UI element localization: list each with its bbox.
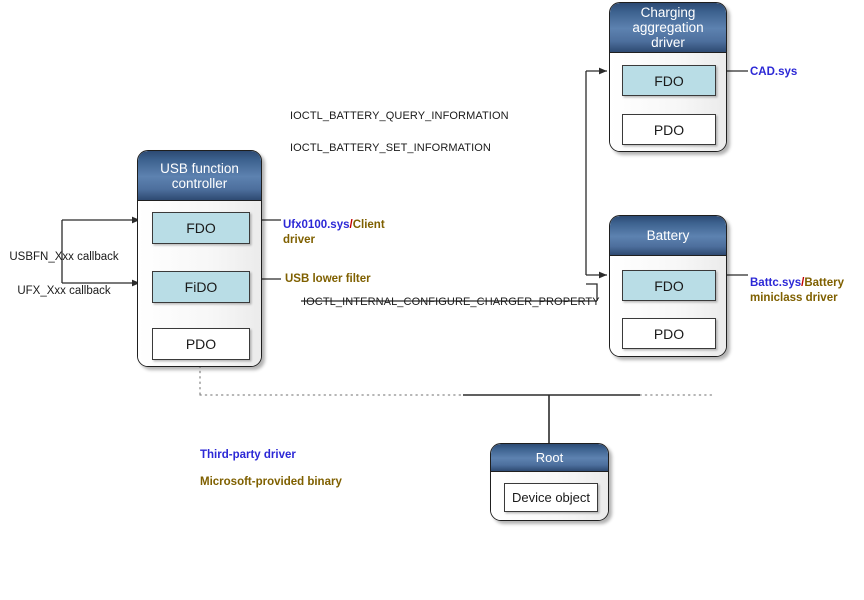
annotation-ufx-callback: UFX_Xxx callback [17,285,111,297]
annotation-ioctl-internal-charger: IOCTL_INTERNAL_CONFIGURE_CHARGER_PROPERT… [303,296,600,308]
node-title-usb-function-controller: USB function controller [138,151,261,201]
legend-third-party-driver: Third-party driver [200,449,296,461]
node-title-battery: Battery [610,216,726,256]
annotation-ufx-driver-name: Ufx0100.sys [283,219,350,231]
annotation-ioctl-battery: IOCTL_BATTERY_QUERY_INFORMATION IOCTL_BA… [290,92,530,172]
annotation-battc-driver: Battc.sys/Battery miniclass driver [750,261,862,306]
object-fido-usb[interactable]: FiDO [152,271,250,303]
annotation-cad-sys: CAD.sys [750,66,798,78]
node-charging-aggregation-driver[interactable]: Charging aggregation driver FDO PDO [609,2,727,152]
object-pdo-battery[interactable]: PDO [622,318,716,349]
annotation-ufx-driver: Ufx0100.sys/Client driver [283,203,395,248]
node-title-root: Root [491,444,608,472]
annotation-callbacks: USBFN_Xxx callback UFX_Xxx callback [8,232,120,317]
node-body-root: Device object [491,472,608,520]
annotation-battc-driver-name: Battc.sys [750,277,802,289]
object-fdo-cad[interactable]: FDO [622,65,716,96]
legend-microsoft-provided-binary: Microsoft-provided binary [200,476,342,488]
node-body-charging-aggregation-driver: FDO PDO [610,53,726,151]
node-usb-function-controller[interactable]: USB function controller FDO FiDO PDO [137,150,262,367]
object-fdo-usb[interactable]: FDO [152,212,250,244]
node-battery[interactable]: Battery FDO PDO [609,215,727,357]
node-root[interactable]: Root Device object [490,443,609,521]
object-pdo-usb[interactable]: PDO [152,328,250,360]
annotation-usb-lower-filter: USB lower filter [285,273,371,285]
annotation-ioctl-battery-query: IOCTL_BATTERY_QUERY_INFORMATION [290,110,509,122]
object-pdo-cad[interactable]: PDO [622,114,716,145]
node-body-usb-function-controller: FDO FiDO PDO [138,201,261,366]
object-fdo-battery[interactable]: FDO [622,270,716,301]
node-title-charging-aggregation-driver: Charging aggregation driver [610,3,726,53]
annotation-ioctl-battery-set: IOCTL_BATTERY_SET_INFORMATION [290,142,491,154]
node-body-battery: FDO PDO [610,256,726,356]
object-device-object-root[interactable]: Device object [504,483,598,512]
annotation-usbfn-callback: USBFN_Xxx callback [9,251,119,263]
diagram-canvas: USB function controller FDO FiDO PDO Cha… [0,0,864,600]
